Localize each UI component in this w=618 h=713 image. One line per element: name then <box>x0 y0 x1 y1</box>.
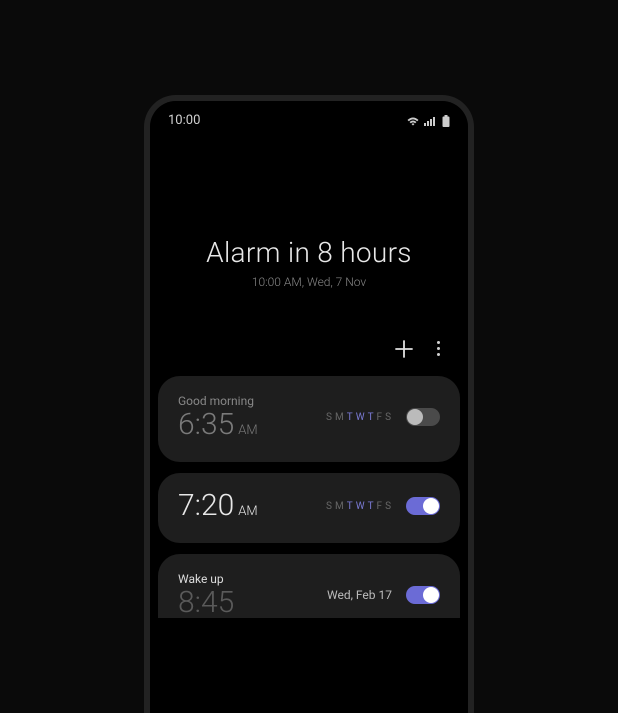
day-tue: T <box>347 412 354 423</box>
time-period: AM <box>238 423 257 438</box>
alarm-card[interactable]: 7:20 AM S M T W T F S <box>158 473 460 543</box>
day-wed: W <box>356 412 366 423</box>
days-indicator: S M T W T F S <box>326 501 392 512</box>
alarm-label: Good morning <box>178 394 258 408</box>
alarm-toggle[interactable] <box>406 497 440 515</box>
day-fri: F <box>377 412 384 423</box>
alarm-label: Wake up <box>178 572 234 586</box>
alarm-toggle[interactable] <box>406 408 440 426</box>
day-thu: T <box>368 412 375 423</box>
day-wed: W <box>356 501 366 512</box>
alarm-time: 6:35 AM <box>178 410 258 440</box>
screen: 10:00 Alarm in 8 hours 10:00 AM, <box>150 101 468 713</box>
battery-icon <box>442 115 450 127</box>
alarm-info: Good morning 6:35 AM <box>178 394 258 440</box>
toggle-knob <box>407 409 423 425</box>
alarm-time: 8:45 <box>178 588 234 618</box>
time-value: 7:20 <box>178 491 234 521</box>
time-value: 6:35 <box>178 410 234 440</box>
status-bar: 10:00 <box>150 101 468 136</box>
time-value: 8:45 <box>178 588 234 618</box>
toggle-knob <box>423 498 439 514</box>
day-tue: T <box>347 501 354 512</box>
day-fri: F <box>377 501 384 512</box>
alarm-info: Wake up 8:45 <box>178 572 234 618</box>
alarm-controls: Wed, Feb 17 <box>327 586 440 604</box>
alarm-card[interactable]: Good morning 6:35 AM S M T W T F S <box>158 376 460 462</box>
alarm-card[interactable]: Wake up 8:45 Wed, Feb 17 <box>158 554 460 618</box>
signal-icon <box>424 115 438 126</box>
days-indicator: S M T W T F S <box>326 412 392 423</box>
alarm-toggle[interactable] <box>406 586 440 604</box>
alarm-info: 7:20 AM <box>178 491 258 521</box>
status-time: 10:00 <box>168 113 200 128</box>
toggle-knob <box>423 587 439 603</box>
day-mon: M <box>335 412 345 423</box>
action-bar <box>150 319 468 376</box>
day-sun: S <box>326 501 333 512</box>
phone-frame: 10:00 Alarm in 8 hours 10:00 AM, <box>144 95 474 713</box>
day-sat: S <box>385 412 392 423</box>
header-section: Alarm in 8 hours 10:00 AM, Wed, 7 Nov <box>150 136 468 319</box>
alarm-list: Good morning 6:35 AM S M T W T F S <box>150 376 468 618</box>
alarm-controls: S M T W T F S <box>326 497 440 515</box>
status-icons <box>406 115 450 127</box>
add-alarm-button[interactable] <box>395 340 413 358</box>
header-subtitle: 10:00 AM, Wed, 7 Nov <box>170 275 448 289</box>
alarm-date: Wed, Feb 17 <box>327 588 392 602</box>
day-sat: S <box>385 501 392 512</box>
day-mon: M <box>335 501 345 512</box>
wifi-icon <box>406 115 420 126</box>
alarm-time: 7:20 AM <box>178 491 258 521</box>
header-title: Alarm in 8 hours <box>170 236 448 269</box>
more-options-button[interactable] <box>435 337 442 360</box>
day-thu: T <box>368 501 375 512</box>
alarm-controls: S M T W T F S <box>326 408 440 426</box>
time-period: AM <box>238 504 257 519</box>
day-sun: S <box>326 412 333 423</box>
